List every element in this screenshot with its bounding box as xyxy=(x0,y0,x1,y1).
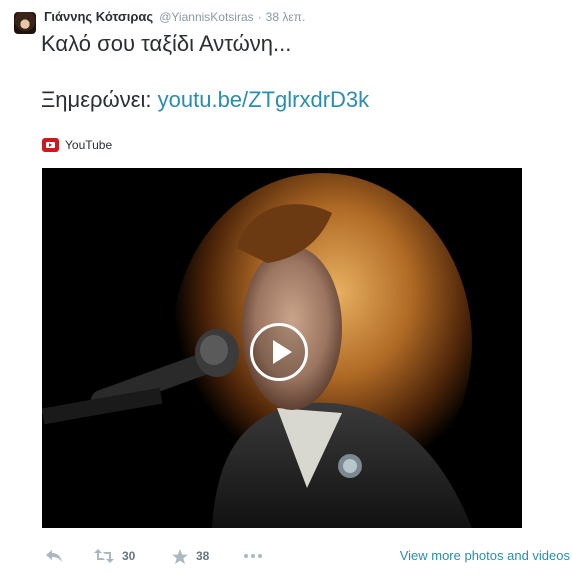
text-prefix: Ξημερώνει: xyxy=(41,87,158,112)
more-icon xyxy=(244,554,262,558)
tweet-text-line: Καλό σου ταξίδι Αντώνη... xyxy=(41,31,292,56)
favorite-count: 38 xyxy=(196,549,210,563)
tweet: Γιάννης Κότσιρας @YiannisKotsiras · 38 λ… xyxy=(0,0,572,580)
reply-icon xyxy=(46,550,62,562)
star-icon xyxy=(172,548,188,564)
tweet-text-line: Ξημερώνει: youtu.be/ZTglrxdrD3k xyxy=(41,86,561,114)
video-player[interactable] xyxy=(42,168,522,528)
favorite-button[interactable]: 38 xyxy=(172,545,209,567)
tweet-actions: 30 38 View more photos and videos xyxy=(42,545,572,567)
retweet-button[interactable]: 30 xyxy=(94,545,135,567)
youtube-icon xyxy=(42,138,59,152)
more-button[interactable] xyxy=(244,545,262,567)
fullname[interactable]: Γιάννης Κότσιρας xyxy=(44,9,153,24)
card-source-label: YouTube xyxy=(65,138,113,152)
play-button[interactable] xyxy=(250,323,308,381)
username[interactable]: @YiannisKotsiras xyxy=(159,10,253,24)
video-link[interactable]: youtu.be/ZTglrxdrD3k xyxy=(158,87,370,112)
reply-button[interactable] xyxy=(46,545,62,567)
avatar[interactable] xyxy=(14,12,36,34)
view-more-photos-link[interactable]: View more photos and videos xyxy=(400,548,570,563)
card-source[interactable]: YouTube xyxy=(42,136,112,154)
tweet-text: Καλό σου ταξίδι Αντώνη... Ξημερώνει: you… xyxy=(41,30,561,114)
retweet-icon xyxy=(94,549,114,563)
timestamp[interactable]: 38 λεπ. xyxy=(266,10,306,24)
separator-dot: · xyxy=(257,10,262,24)
tweet-header: Γιάννης Κότσιρας @YiannisKotsiras · 38 λ… xyxy=(44,9,305,27)
retweet-count: 30 xyxy=(122,549,136,563)
